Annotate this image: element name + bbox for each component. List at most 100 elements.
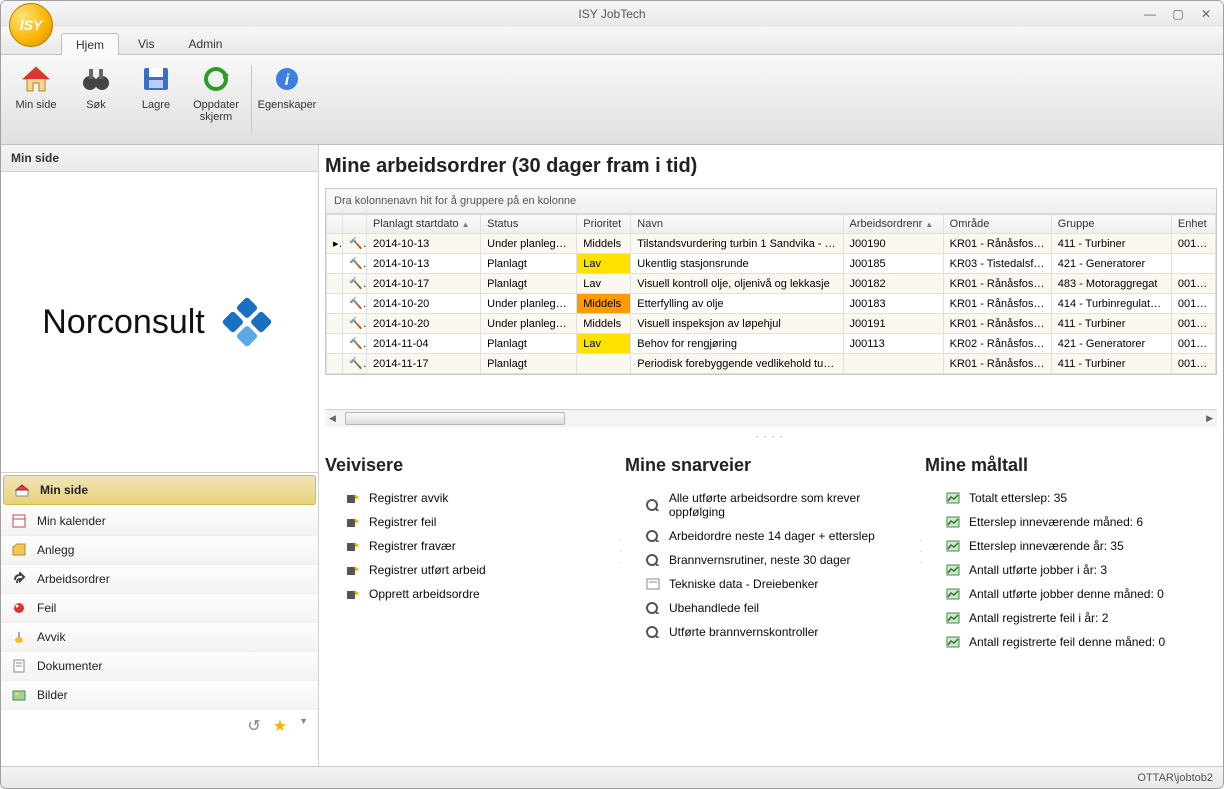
wizard-link[interactable]: Registrer feil bbox=[325, 510, 617, 534]
cell-gruppe: 411 - Turbiner bbox=[1051, 234, 1171, 254]
cell-nr: J00191 bbox=[843, 314, 943, 334]
row-selector[interactable]: ▸ bbox=[327, 234, 343, 254]
shortcut-icon bbox=[645, 529, 661, 543]
metric-item[interactable]: Totalt etterslep: 35 bbox=[925, 486, 1217, 510]
wizard-icon bbox=[345, 563, 361, 577]
row-selector[interactable] bbox=[327, 274, 343, 294]
shortcut-link[interactable]: Ubehandlede feil bbox=[625, 596, 917, 620]
wizard-label: Registrer feil bbox=[369, 515, 436, 529]
cell-navn: Tilstandsvurdering turbin 1 Sandvika - å… bbox=[631, 234, 843, 254]
tab-hjem[interactable]: Hjem bbox=[61, 33, 119, 55]
table-row[interactable]: 🔨2014-11-04PlanlagtLavBehov for rengjøri… bbox=[327, 334, 1216, 354]
col-selector[interactable] bbox=[327, 215, 343, 234]
nav-icon bbox=[14, 482, 30, 498]
row-selector[interactable] bbox=[327, 334, 343, 354]
sidebar-item-anlegg[interactable]: Anlegg bbox=[1, 536, 318, 565]
panel-splitter[interactable]: ···· bbox=[319, 427, 1223, 445]
ribbon-lagre[interactable]: Lagre bbox=[127, 59, 185, 140]
metric-item[interactable]: Antall registrerte feil i år: 2 bbox=[925, 606, 1217, 630]
col-arbnr[interactable]: Arbeidsordrenr▲ bbox=[843, 215, 943, 234]
table-row[interactable]: 🔨2014-10-20Under planleggingMiddelsVisue… bbox=[327, 314, 1216, 334]
col-icon[interactable] bbox=[343, 215, 367, 234]
col-gruppe[interactable]: Gruppe bbox=[1051, 215, 1171, 234]
shortcut-link[interactable]: Utførte brannvernskontroller bbox=[625, 620, 917, 644]
col-enhet[interactable]: Enhet bbox=[1171, 215, 1215, 234]
wizard-link[interactable]: Opprett arbeidsordre bbox=[325, 582, 617, 606]
sidebar-item-min-side[interactable]: Min side bbox=[3, 475, 316, 505]
cell-dato: 2014-10-13 bbox=[367, 234, 481, 254]
col-status[interactable]: Status bbox=[481, 215, 577, 234]
col-navn[interactable]: Navn bbox=[631, 215, 843, 234]
wizard-label: Registrer utført arbeid bbox=[369, 563, 486, 577]
shortcut-link[interactable]: Tekniske data - Dreiebenker bbox=[625, 572, 917, 596]
metric-item[interactable]: Antall utførte jobber i år: 3 bbox=[925, 558, 1217, 582]
ribbon-min-side[interactable]: Min side bbox=[7, 59, 65, 140]
cell-navn: Periodisk forebyggende vedlikehold turbi… bbox=[631, 354, 843, 374]
cell-nr bbox=[843, 354, 943, 374]
nav-icon bbox=[11, 600, 27, 616]
table-row[interactable]: ▸🔨2014-10-13Under planleggingMiddelsTils… bbox=[327, 234, 1216, 254]
nav-history-icon[interactable]: ↺ bbox=[247, 716, 260, 736]
table-row[interactable]: 🔨2014-11-17PlanlagtPeriodisk forebyggend… bbox=[327, 354, 1216, 374]
col-prioritet[interactable]: Prioritet bbox=[577, 215, 631, 234]
shortcut-link[interactable]: Alle utførte arbeidsordre som krever opp… bbox=[625, 486, 917, 524]
scroll-right-icon[interactable]: ▶ bbox=[1202, 413, 1217, 424]
metric-item[interactable]: Etterslep inneværende år: 35 bbox=[925, 534, 1217, 558]
table-row[interactable]: 🔨2014-10-20Under planleggingMiddelsEtter… bbox=[327, 294, 1216, 314]
tab-admin[interactable]: Admin bbox=[173, 32, 237, 54]
row-selector[interactable] bbox=[327, 354, 343, 374]
close-button[interactable]: ✕ bbox=[1197, 7, 1215, 21]
row-selector[interactable] bbox=[327, 294, 343, 314]
cell-status: Under planlegging bbox=[481, 314, 577, 334]
table-row[interactable]: 🔨2014-10-13PlanlagtLavUkentlig stasjonsr… bbox=[327, 254, 1216, 274]
sidebar-item-min-kalender[interactable]: Min kalender bbox=[1, 507, 318, 536]
sidebar-item-arbeidsordrer[interactable]: Arbeidsordrer bbox=[1, 565, 318, 594]
cell-nr: J00182 bbox=[843, 274, 943, 294]
shortcut-link[interactable]: Brannvernsrutiner, neste 30 dager bbox=[625, 548, 917, 572]
nav-dropdown-icon[interactable]: ▼ bbox=[299, 716, 308, 736]
row-selector[interactable] bbox=[327, 254, 343, 274]
cell-prioritet: Lav bbox=[577, 334, 631, 354]
sidebar-item-avvik[interactable]: Avvik bbox=[1, 623, 318, 652]
sidebar-title: Min side bbox=[1, 145, 318, 172]
sidebar-item-feil[interactable]: Feil bbox=[1, 594, 318, 623]
nav-favorite-icon[interactable]: ★ bbox=[273, 716, 287, 736]
sidebar-item-bilder[interactable]: Bilder bbox=[1, 681, 318, 710]
titlebar: ISY ISY JobTech — ▢ ✕ bbox=[1, 1, 1223, 27]
wizard-link[interactable]: Registrer fravær bbox=[325, 534, 617, 558]
ribbon-oppdater[interactable]: Oppdater skjerm bbox=[187, 59, 245, 140]
col-omrade[interactable]: Område bbox=[943, 215, 1051, 234]
metric-item[interactable]: Antall utførte jobber denne måned: 0 bbox=[925, 582, 1217, 606]
brand-text: Norconsult bbox=[42, 303, 205, 342]
wizard-link[interactable]: Registrer utført arbeid bbox=[325, 558, 617, 582]
minimize-button[interactable]: — bbox=[1141, 7, 1159, 21]
sidebar-item-dokumenter[interactable]: Dokumenter bbox=[1, 652, 318, 681]
scrollbar-thumb[interactable] bbox=[345, 412, 565, 425]
metric-item[interactable]: Antall registrerte feil denne måned: 0 bbox=[925, 630, 1217, 654]
cell-gruppe: 421 - Generatorer bbox=[1051, 254, 1171, 274]
cell-status: Planlagt bbox=[481, 254, 577, 274]
group-drop-area[interactable]: Dra kolonnenavn hit for å gruppere på en… bbox=[326, 189, 1216, 214]
col-startdato[interactable]: Planlagt startdato▲ bbox=[367, 215, 481, 234]
shortcut-link[interactable]: Arbeidordre neste 14 dager + etterslep bbox=[625, 524, 917, 548]
panel-splitter-v1[interactable]: ··· bbox=[617, 449, 625, 654]
row-selector[interactable] bbox=[327, 314, 343, 334]
wizard-link[interactable]: Registrer avvik bbox=[325, 486, 617, 510]
wizard-label: Opprett arbeidsordre bbox=[369, 587, 480, 601]
tab-vis[interactable]: Vis bbox=[123, 32, 169, 54]
metric-item[interactable]: Etterslep inneværende måned: 6 bbox=[925, 510, 1217, 534]
table-row[interactable]: 🔨2014-10-17PlanlagtLavVisuell kontroll o… bbox=[327, 274, 1216, 294]
maximize-button[interactable]: ▢ bbox=[1169, 7, 1187, 21]
ribbon-egenskaper[interactable]: i Egenskaper bbox=[258, 59, 316, 140]
panel-splitter-v2[interactable]: ··· bbox=[917, 449, 925, 654]
cell-navn: Behov for rengjøring bbox=[631, 334, 843, 354]
cell-status: Planlagt bbox=[481, 354, 577, 374]
horizontal-scrollbar[interactable]: ◀ ▶ bbox=[325, 409, 1217, 427]
app-orb[interactable]: ISY bbox=[9, 3, 53, 47]
cell-enhet: 001 - T bbox=[1171, 234, 1215, 254]
ribbon-sok[interactable]: Søk bbox=[67, 59, 125, 140]
scroll-left-icon[interactable]: ◀ bbox=[325, 413, 340, 424]
cell-omrade: KR01 - Rånåsfoss I bbox=[943, 314, 1051, 334]
cell-prioritet: Middels bbox=[577, 314, 631, 334]
cell-gruppe: 483 - Motoraggregat bbox=[1051, 274, 1171, 294]
